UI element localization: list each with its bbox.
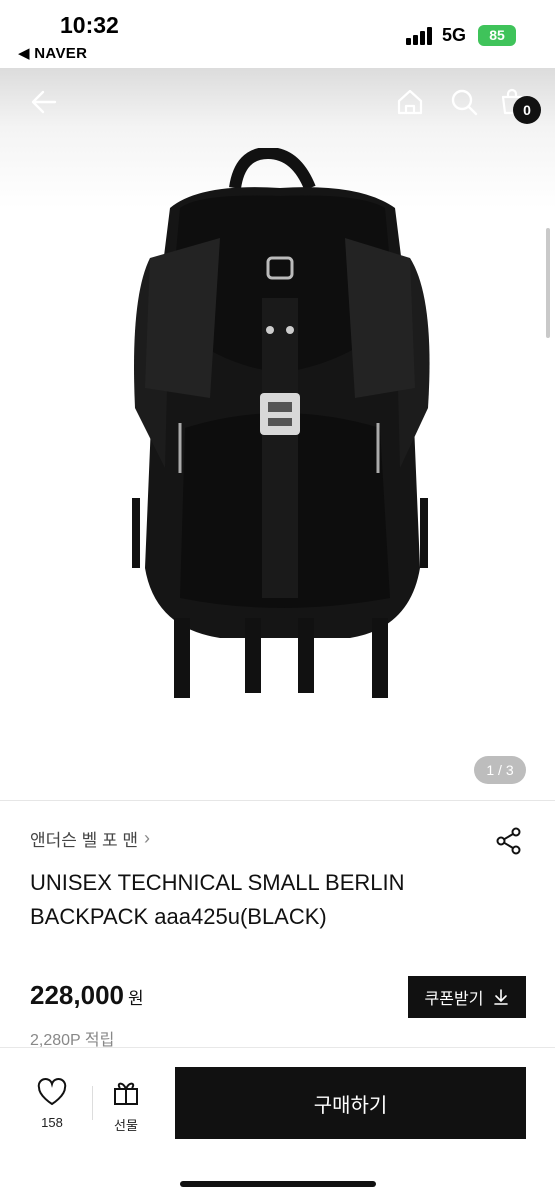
signal-icon <box>406 27 436 45</box>
home-icon[interactable] <box>392 84 428 120</box>
product-image-gallery[interactable]: 1 / 3 <box>0 68 555 800</box>
coupon-download-button[interactable]: 쿠폰받기 <box>408 976 526 1018</box>
search-icon[interactable] <box>446 84 482 120</box>
back-to-app-link[interactable]: ◀ NAVER <box>18 44 87 62</box>
buy-button[interactable]: 구매하기 <box>175 1067 526 1139</box>
product-title: UNISEX TECHNICAL SMALL BERLIN BACKPACK a… <box>30 870 405 929</box>
price-unit: 원 <box>127 989 144 1008</box>
gift-button[interactable]: 선물 <box>104 1078 148 1134</box>
gift-icon <box>114 1082 138 1105</box>
share-icon[interactable] <box>494 826 524 856</box>
like-count: 158 <box>41 1115 63 1130</box>
section-divider <box>0 800 555 801</box>
chevron-right-icon: › <box>144 828 151 848</box>
divider <box>92 1086 93 1120</box>
gift-label: 선물 <box>114 1118 138 1133</box>
battery-icon: 85 <box>478 25 516 46</box>
bottom-action-bar: 158 선물 구매하기 <box>0 1047 555 1200</box>
gallery-page-indicator: 1 / 3 <box>474 756 526 784</box>
download-icon <box>494 989 509 1005</box>
brand-name: 앤더슨 벨 포 맨 <box>30 831 139 850</box>
product-price: 228,000 원 <box>30 980 144 1011</box>
cart-count-badge: 0 <box>513 96 541 124</box>
coupon-label: 쿠폰받기 <box>424 991 484 1008</box>
heart-icon <box>37 1078 67 1106</box>
backpack-product-image <box>132 148 430 698</box>
price-value: 228,000 <box>30 980 124 1010</box>
home-indicator <box>180 1181 376 1187</box>
network-label: 5G <box>442 25 467 45</box>
scrollbar[interactable] <box>546 228 550 338</box>
status-time: 10:32 <box>60 12 119 38</box>
like-button[interactable]: 158 <box>30 1078 74 1130</box>
status-bar: 10:32 ◀ NAVER 5G 85 <box>0 0 555 68</box>
top-nav <box>0 68 555 138</box>
back-arrow-icon[interactable] <box>26 84 62 120</box>
brand-link[interactable]: 앤더슨 벨 포 맨 › <box>30 826 150 851</box>
